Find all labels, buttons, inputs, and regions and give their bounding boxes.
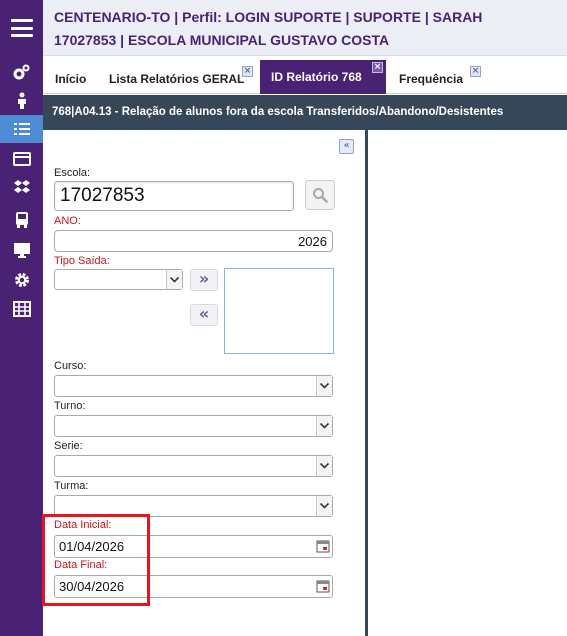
menu-toggle-button[interactable] [0, 0, 43, 56]
monitor-icon [13, 243, 30, 258]
report-title: 768|A04.13 - Relação de alunos fora da e… [43, 95, 567, 130]
chevron-down-icon [166, 270, 182, 289]
tipo-saida-select[interactable] [54, 269, 183, 290]
close-icon[interactable]: × [242, 66, 253, 77]
bus-icon [15, 212, 28, 228]
tab-id-relatorio-768[interactable]: ID Relatório 768 × [260, 60, 386, 94]
sidebar-item-card[interactable] [0, 145, 43, 173]
person-icon [17, 92, 26, 109]
hamburger-icon [10, 19, 33, 37]
sidebar-item-table[interactable] [0, 295, 43, 323]
turno-select[interactable] [54, 415, 333, 437]
header-line-profile: CENTENARIO-TO | Perfil: LOGIN SUPORTE | … [54, 9, 483, 25]
tipo-saida-label: Tipo Saída: [54, 255, 110, 267]
sidebar-item-gear[interactable] [0, 266, 43, 294]
data-final-label: Data Final: [54, 559, 108, 571]
data-inicial-value: 01/04/2026 [59, 539, 125, 554]
turma-label: Turma: [54, 480, 89, 492]
ano-label: ANO: [54, 215, 81, 227]
sidebar-item-bus[interactable] [0, 206, 43, 234]
move-left-button[interactable]: « [190, 304, 218, 326]
list-icon [13, 123, 30, 135]
data-inicial-field[interactable]: 01/04/2026 [54, 535, 333, 558]
turma-select[interactable] [54, 495, 333, 517]
tipo-saida-selected-list[interactable] [224, 268, 334, 354]
search-icon [313, 188, 328, 203]
close-icon[interactable]: × [372, 62, 383, 73]
chevron-down-icon [316, 456, 332, 476]
sidebar-item-settings-gears[interactable] [0, 58, 43, 86]
ano-field[interactable]: 2026 [54, 230, 333, 252]
tab-label: Início [55, 72, 87, 86]
escola-label: Escola: [54, 167, 91, 179]
sidebar-item-dropbox[interactable] [0, 173, 43, 201]
chevron-down-icon [316, 496, 332, 516]
curso-label: Curso: [54, 360, 87, 372]
tab-label: ID Relatório 768 [271, 70, 362, 84]
close-icon[interactable]: × [470, 66, 481, 77]
serie-label: Serie: [54, 440, 83, 452]
curso-select[interactable] [54, 375, 333, 397]
user-context-header: CENTENARIO-TO | Perfil: LOGIN SUPORTE | … [43, 0, 567, 56]
tab-inicio[interactable]: Início [44, 64, 96, 94]
data-final-value: 30/04/2026 [59, 579, 125, 594]
tab-label: Frequência [399, 72, 464, 86]
turno-label: Turno: [54, 400, 86, 412]
table-icon [12, 301, 31, 317]
escola-field[interactable]: 17027853 [54, 181, 294, 211]
sidebar-item-list[interactable] [0, 115, 43, 143]
chevron-down-icon [316, 376, 332, 396]
data-final-field[interactable]: 30/04/2026 [54, 575, 333, 598]
calendar-icon[interactable] [316, 579, 330, 593]
filter-panel: « Escola: 17027853 ANO: 2026 Tipo Saída:… [43, 130, 368, 636]
calendar-icon[interactable] [316, 539, 330, 553]
gears-icon [13, 64, 29, 80]
move-right-button[interactable]: » [190, 269, 218, 291]
tab-lista-relatorios[interactable]: Lista Relatórios GERAL × [98, 64, 255, 94]
card-icon [12, 152, 31, 166]
sidebar [0, 0, 43, 636]
sidebar-item-person[interactable] [0, 87, 43, 115]
header-line-school: 17027853 | ESCOLA MUNICIPAL GUSTAVO COST… [54, 32, 390, 48]
chevron-down-icon [316, 416, 332, 436]
tab-bar: Início Lista Relatórios GERAL × ID Relat… [43, 56, 567, 94]
serie-select[interactable] [54, 455, 333, 477]
sidebar-item-monitor[interactable] [0, 236, 43, 264]
search-button[interactable] [305, 180, 335, 210]
collapse-panel-button[interactable]: « [339, 139, 354, 154]
tab-label: Lista Relatórios GERAL [109, 72, 245, 86]
data-inicial-label: Data Inicial: [54, 519, 112, 531]
tab-frequencia[interactable]: Frequência × [388, 64, 488, 94]
gear-icon [14, 273, 29, 287]
dropbox-icon [13, 180, 30, 193]
